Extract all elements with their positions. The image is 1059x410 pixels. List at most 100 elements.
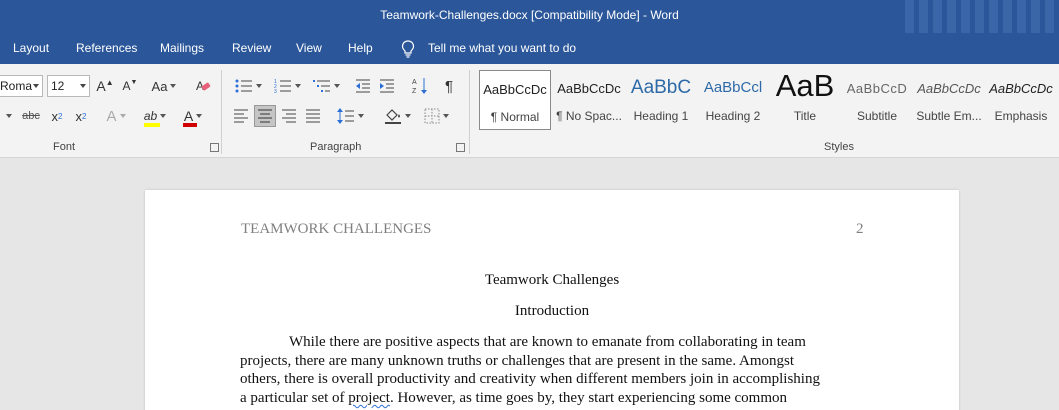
strikethrough-button[interactable]: abc	[20, 105, 42, 127]
style-heading-2[interactable]: AaBbCcl Heading 2	[697, 70, 769, 130]
font-size-value: 12	[51, 79, 65, 93]
spelling-flagged-word[interactable]: project	[348, 390, 390, 406]
styles-group-label: Styles	[824, 141, 854, 153]
superscript-button[interactable]: x2	[71, 105, 91, 127]
align-left-button[interactable]	[231, 105, 251, 127]
style-name: Heading 1	[633, 109, 689, 123]
text-effects-button[interactable]: A	[101, 105, 131, 127]
tab-review[interactable]: Review	[232, 41, 271, 55]
highlight-button[interactable]: ab	[138, 105, 172, 127]
font-color-button[interactable]: A	[177, 105, 209, 127]
ribbon: Roma 12 A ▲ A ▼ Aa A abc x2 x2 A ab A Fo…	[0, 64, 1059, 158]
chevron-down-icon	[80, 84, 86, 88]
change-case-icon: Aa	[151, 78, 168, 94]
style-name: Emphasis	[994, 109, 1048, 123]
style-title[interactable]: AaB Title	[769, 70, 841, 130]
style-preview: AaBbCcDc	[917, 81, 981, 96]
eraser-icon: A	[196, 79, 211, 93]
tab-view[interactable]: View	[296, 41, 322, 55]
title-bar-pattern	[899, 0, 1059, 33]
style-subtle-emphasis[interactable]: AaBbCcDc Subtle Em...	[913, 70, 985, 130]
svg-text:A: A	[412, 79, 417, 86]
align-center-icon	[258, 109, 272, 123]
highlight-glyph: ab	[143, 109, 158, 123]
style-normal[interactable]: AaBbCcDc ¶ Normal	[479, 70, 551, 130]
grow-font-button[interactable]: A ▲	[95, 75, 115, 97]
style-preview: AaBbCcl	[703, 79, 763, 96]
bullets-button[interactable]	[231, 75, 265, 97]
style-heading-1[interactable]: AaBbC Heading 1	[625, 70, 697, 130]
tell-me-search[interactable]: Tell me what you want to do	[428, 41, 576, 55]
document-page[interactable]: TEAMWORK CHALLENGES 2 Teamwork Challenge…	[145, 190, 959, 410]
title-bar: Teamwork-Challenges.docx [Compatibility …	[0, 0, 1059, 33]
chevron-down-icon[interactable]	[2, 105, 16, 127]
paragraph-group-label: Paragraph	[310, 141, 362, 153]
subscript-button[interactable]: x2	[47, 105, 67, 127]
show-marks-button[interactable]: ¶	[439, 75, 459, 97]
body-text: . However, as time goes by, they start e…	[389, 390, 788, 406]
body-line: projects, there are many unknown truths …	[240, 353, 795, 369]
tab-layout[interactable]: Layout	[13, 41, 49, 55]
font-name-box[interactable]: Roma	[0, 75, 43, 97]
body-line: others, there is overall productivity an…	[240, 371, 820, 387]
body-line: While there are positive aspects that ar…	[289, 334, 806, 350]
multilevel-list-icon	[312, 80, 330, 92]
align-center-button[interactable]	[254, 105, 276, 127]
tab-help[interactable]: Help	[348, 41, 373, 55]
tab-references[interactable]: References	[76, 41, 137, 55]
style-name: Subtle Em...	[916, 109, 982, 123]
align-left-icon	[234, 109, 248, 123]
style-no-spacing[interactable]: AaBbCcDc ¶ No Spac...	[553, 70, 625, 130]
style-subtitle[interactable]: AaBbCcD Subtitle	[841, 70, 913, 130]
grow-font-icon: A	[96, 78, 106, 94]
ribbon-tabs: Layout References Mailings Review View H…	[0, 33, 1059, 64]
svg-text:3: 3	[274, 89, 277, 93]
shrink-font-icon: A	[122, 79, 131, 93]
body-text: a particular set of	[240, 390, 349, 406]
borders-icon	[424, 108, 439, 124]
clear-formatting-button[interactable]: A	[193, 75, 213, 97]
line-spacing-button[interactable]	[333, 105, 367, 127]
style-name: ¶ Normal	[490, 110, 540, 124]
group-divider	[221, 70, 222, 154]
style-preview: AaBbCcDc	[483, 82, 547, 97]
font-name-value: Roma	[0, 79, 33, 93]
body-line: a particular set of project. However, as…	[240, 390, 787, 407]
tab-mailings[interactable]: Mailings	[160, 41, 204, 55]
style-name: Heading 2	[705, 109, 761, 123]
text-effects-icon: A	[106, 107, 117, 125]
numbered-list-icon: 1 2 3	[274, 79, 291, 93]
style-name: Title	[793, 109, 817, 123]
style-emphasis[interactable]: AaBbCcDc Emphasis	[985, 70, 1057, 130]
document-canvas[interactable]: TEAMWORK CHALLENGES 2 Teamwork Challenge…	[0, 158, 1059, 410]
style-name: ¶ No Spac...	[556, 109, 622, 123]
increase-indent-button[interactable]	[377, 75, 397, 97]
running-header: TEAMWORK CHALLENGES	[241, 221, 432, 237]
subscript-mark: 2	[58, 111, 63, 121]
change-case-button[interactable]: Aa	[148, 75, 180, 97]
bullet-list-icon	[235, 79, 252, 93]
paragraph-dialog-launcher-icon[interactable]	[456, 143, 465, 152]
svg-text:Z: Z	[412, 88, 417, 95]
lightbulb-icon[interactable]	[400, 40, 416, 58]
styles-gallery: AaBbCcDc ¶ Normal AaBbCcDc ¶ No Spac... …	[477, 70, 1059, 134]
sort-az-icon: A Z	[412, 78, 427, 95]
multilevel-list-button[interactable]	[309, 75, 343, 97]
font-size-box[interactable]: 12	[47, 75, 90, 97]
justify-button[interactable]	[303, 105, 323, 127]
line-spacing-icon	[336, 108, 354, 124]
font-group-label: Font	[53, 141, 76, 153]
shrink-font-button[interactable]: A ▼	[120, 75, 140, 97]
shading-button[interactable]	[380, 105, 414, 127]
style-name: Subtitle	[856, 109, 898, 123]
decrease-indent-button[interactable]	[353, 75, 373, 97]
borders-button[interactable]	[419, 105, 453, 127]
page-number: 2	[856, 221, 864, 237]
font-color-glyph: A	[183, 108, 194, 124]
justify-icon	[306, 109, 320, 123]
align-right-button[interactable]	[279, 105, 299, 127]
font-dialog-launcher-icon[interactable]	[210, 143, 219, 152]
style-preview: AaB	[775, 70, 835, 103]
numbering-button[interactable]: 1 2 3	[270, 75, 304, 97]
sort-button[interactable]: A Z	[409, 75, 431, 97]
